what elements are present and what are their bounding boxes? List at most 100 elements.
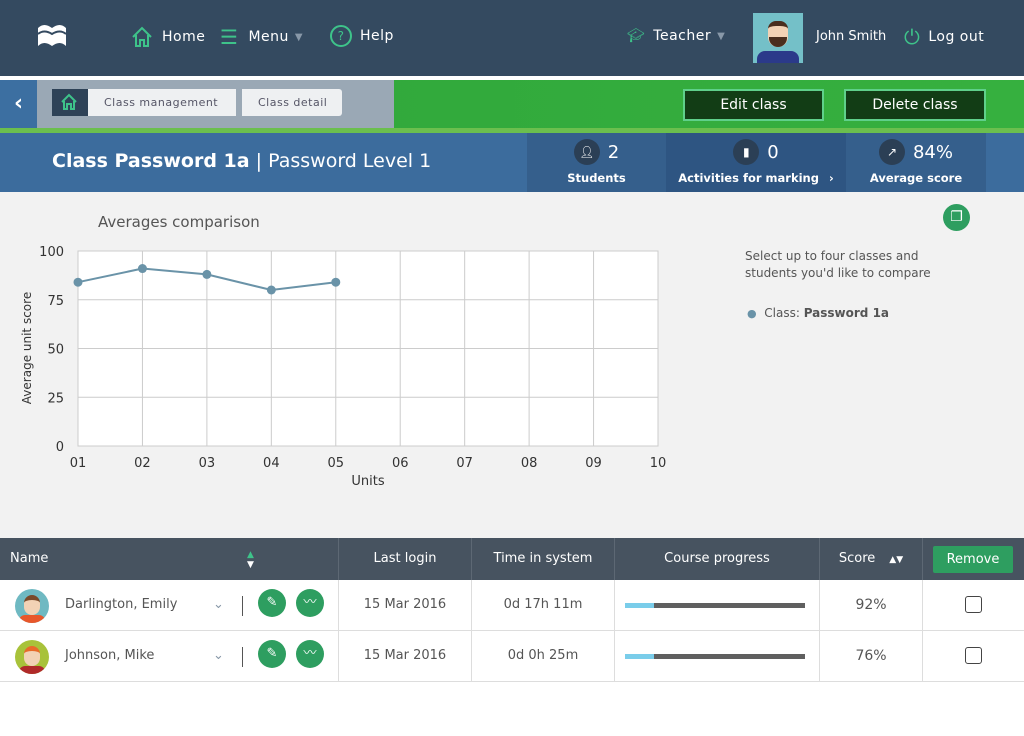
edit-icon[interactable]: ✎ [258, 640, 286, 668]
top-nav: Home ☰ Menu ▼ ? Help 🎓︎ Teacher ▼ John Smith … [0, 0, 1024, 76]
y-tick-label: 75 [47, 294, 64, 309]
remove-button[interactable]: Remove [933, 546, 1013, 573]
class-level: Password Level 1 [268, 150, 432, 172]
score: 92% [820, 580, 923, 630]
legend-prefix: Class: [764, 306, 800, 320]
title-separator: | [255, 150, 263, 172]
activities-label: Activities for marking [678, 171, 819, 185]
data-point [331, 277, 341, 287]
chevron-down-icon: ▼ [717, 30, 726, 42]
nav-menu[interactable]: ☰ Menu ▼ [220, 25, 303, 49]
header-name[interactable]: Name ▲ ▼ [0, 538, 339, 580]
remove-checkbox[interactable] [965, 596, 982, 613]
header-score[interactable]: Score ▲▼ [820, 538, 923, 580]
home-icon [132, 26, 152, 47]
chevron-right-icon: › [828, 171, 834, 185]
remove-checkbox[interactable] [965, 647, 982, 664]
y-tick-label: 25 [47, 391, 64, 406]
line-chart: 01 02 03 04 05 06 07 08 09 100255075100UnitsAvera… [20, 245, 667, 489]
help-icon: ? [330, 25, 352, 47]
copy-icon[interactable]: ❐ [943, 204, 970, 231]
students-label: Students [567, 171, 626, 185]
chevron-down-icon[interactable]: ⌄ [213, 631, 224, 681]
sort-icon[interactable]: ▲▼ [889, 555, 903, 565]
student-avatar [15, 589, 49, 623]
progress-chart-icon[interactable]: 〰 [296, 640, 324, 668]
x-tick-label: 06 [392, 456, 409, 471]
back-button[interactable]: ‹ [0, 80, 37, 128]
sort-icon[interactable]: ▲▼ [247, 550, 254, 570]
x-tick-label: 02 [134, 456, 151, 471]
course-progress [615, 631, 820, 681]
x-tick-label: 03 [199, 456, 216, 471]
legend-item: ● Class: Password 1a [747, 306, 889, 320]
nav-home[interactable]: Home [130, 25, 205, 49]
stat-activities[interactable]: ▮ 0 Activities for marking › [666, 133, 846, 192]
progress-fill [625, 654, 654, 659]
y-tick-label: 50 [47, 343, 64, 358]
role-dropdown[interactable]: 🎓︎ Teacher ▼ [627, 28, 725, 44]
remove-cell [923, 580, 1024, 630]
x-tick-label: 07 [456, 456, 473, 471]
x-tick-label: 01 [70, 456, 87, 471]
student-avatar [15, 640, 49, 674]
user-name[interactable]: John Smith [816, 29, 886, 44]
legend-name: Password 1a [803, 306, 890, 320]
stat-students: 👤︎ 2 Students [527, 133, 666, 192]
student-name[interactable]: Johnson, Mike [65, 631, 154, 681]
class-header: Class Password 1a | Password Level 1 👤︎ 2… [0, 133, 1024, 192]
score: 76% [820, 631, 923, 681]
time-in-system: 0d 0h 25m [472, 631, 615, 681]
name-cell: Darlington, Emily ⌄ ✎ 〰 [0, 580, 339, 630]
breadcrumb-class-management[interactable]: Class management [88, 89, 236, 116]
edit-icon[interactable]: ✎ [258, 589, 286, 617]
breadcrumb-home[interactable] [52, 89, 88, 116]
y-tick-label: 0 [56, 440, 64, 455]
time-in-system: 0d 17h 11m [472, 580, 615, 630]
progress-chart-icon[interactable]: 〰 [296, 589, 324, 617]
logout-button[interactable]: ⏻ Log out [904, 25, 984, 49]
user-icon: 👤︎ [573, 139, 600, 165]
data-point [137, 264, 147, 274]
hamburger-icon: ☰ [220, 25, 239, 49]
table-header: Name ▲ ▼ Last login Time in system Course … [0, 538, 1024, 580]
avatar[interactable] [753, 13, 803, 63]
nav-home-label: Home [162, 29, 206, 45]
last-login: 15 Mar 2016 [339, 631, 472, 681]
class-name: Class Password 1a [52, 150, 250, 172]
nav-help[interactable]: ? Help [330, 25, 394, 47]
delete-class-button[interactable]: Delete class [844, 89, 986, 121]
students-count: 2 [607, 141, 620, 163]
role-label: Teacher [653, 28, 712, 44]
data-point [73, 277, 83, 287]
student-name[interactable]: Darlington, Emily [65, 580, 177, 630]
stat-average: ↗ 84% Average score [846, 133, 986, 192]
logout-label: Log out [928, 29, 985, 45]
header-progress: Course progress [615, 538, 820, 580]
last-login: 15 Mar 2016 [339, 580, 472, 630]
notebook-icon: ▮ [733, 139, 760, 165]
legend-marker: ● [747, 307, 757, 320]
progress-fill [625, 603, 654, 608]
edit-class-button[interactable]: Edit class [683, 89, 824, 121]
table-row: Darlington, Emily ⌄ ✎ 〰 15 Mar 2016 0d 1… [0, 580, 1024, 631]
progress-bar [625, 603, 805, 608]
header-last-login: Last login [339, 538, 472, 580]
header-name-label: Name [10, 551, 49, 566]
trend-icon: ↗ [878, 139, 905, 165]
data-point [266, 285, 276, 295]
chevron-down-icon[interactable]: ⌄ [213, 580, 224, 630]
x-tick-label: 09 [585, 456, 602, 471]
graduation-cap-icon: 🎓︎ [627, 28, 646, 44]
home-icon [61, 93, 77, 110]
logo-icon[interactable] [36, 22, 68, 48]
header-time: Time in system [472, 538, 615, 580]
progress-bar [625, 654, 805, 659]
x-tick-label: 10 [650, 456, 667, 471]
table-row: Johnson, Mike ⌄ ✎ 〰 15 Mar 2016 0d 0h 25… [0, 631, 1024, 682]
nav-menu-label: Menu [248, 29, 289, 45]
course-progress [615, 580, 820, 630]
chart-title: Averages comparison [98, 213, 260, 231]
average-label: Average score [869, 171, 963, 185]
nav-help-label: Help [360, 28, 394, 44]
